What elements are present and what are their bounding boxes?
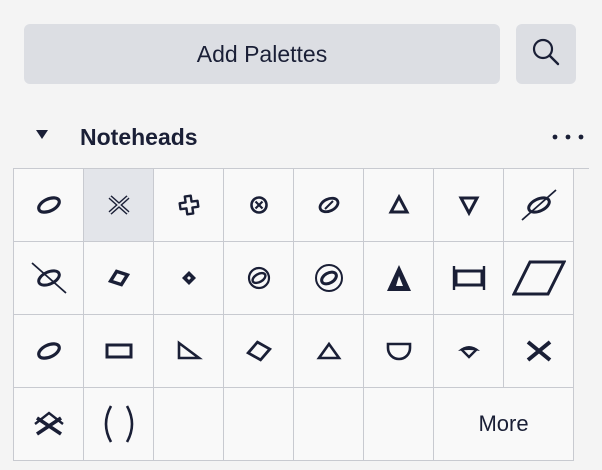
slashed-notehead-icon — [315, 193, 343, 217]
xcircle-notehead-icon — [29, 408, 69, 440]
search-icon — [531, 37, 561, 72]
palette-cell[interactable] — [14, 169, 84, 242]
parentheses-icon — [97, 402, 141, 446]
empty-cell — [364, 388, 434, 461]
right-triangle-notehead-icon — [175, 339, 203, 363]
palette-cell[interactable] — [504, 242, 574, 315]
palette-cell[interactable] — [504, 169, 574, 242]
palette-cell[interactable] — [154, 242, 224, 315]
empty-cell — [294, 388, 364, 461]
palette-menu-button[interactable] — [548, 118, 588, 154]
palette-cell[interactable] — [14, 315, 84, 388]
hollow-diamond-notehead-icon — [245, 339, 273, 363]
palette-cell[interactable] — [434, 242, 504, 315]
bold-x-notehead-icon — [524, 339, 554, 363]
more-button[interactable]: More — [434, 388, 574, 461]
palette-cell[interactable] — [14, 242, 84, 315]
triangle-down-notehead-icon — [457, 193, 481, 217]
more-label: More — [478, 411, 529, 436]
palette-cell[interactable] — [364, 315, 434, 388]
palette-cell[interactable] — [224, 242, 294, 315]
palette-cell[interactable] — [224, 169, 294, 242]
palette-cell[interactable] — [154, 169, 224, 242]
palette-cell[interactable] — [364, 242, 434, 315]
more-options-icon — [552, 127, 584, 145]
palette-cell[interactable] — [504, 315, 574, 388]
small-triangle-notehead-icon — [315, 339, 343, 363]
empty-cell — [224, 388, 294, 461]
alt-brevis-notehead-icon — [34, 339, 64, 363]
rectangle-notehead-icon — [104, 340, 134, 362]
lens-notehead-icon — [455, 339, 483, 363]
triangle-down-icon — [36, 127, 48, 145]
add-palettes-label: Add Palettes — [196, 40, 328, 67]
brevis-notehead-icon — [451, 264, 487, 292]
triangle-up-notehead-icon — [387, 193, 411, 217]
slash-forward-notehead-icon — [519, 188, 559, 222]
small-diamond-notehead-icon — [177, 266, 201, 290]
palette-cell[interactable] — [364, 169, 434, 242]
diamond-notehead-icon — [105, 266, 133, 290]
cross-notehead-icon — [104, 193, 134, 217]
palette-cell[interactable] — [224, 315, 294, 388]
palette-cell[interactable] — [294, 169, 364, 242]
palette-cell[interactable] — [294, 315, 364, 388]
slash-backward-notehead-icon — [29, 261, 69, 295]
slash-notehead-icon — [511, 260, 566, 296]
palette-cell[interactable] — [434, 169, 504, 242]
collapse-toggle[interactable] — [30, 124, 54, 148]
palette-cell[interactable] — [84, 388, 154, 461]
plus-notehead-icon — [177, 193, 201, 217]
circled-x-notehead-icon — [247, 193, 271, 217]
palette-cell[interactable] — [154, 315, 224, 388]
empty-cell — [154, 388, 224, 461]
circled-notehead-icon — [245, 264, 273, 292]
palette-cell[interactable] — [434, 315, 504, 388]
large-triangle-notehead-icon — [384, 262, 414, 294]
palette-cell[interactable] — [84, 315, 154, 388]
half-circle-notehead-icon — [385, 339, 413, 363]
palette-cell[interactable] — [14, 388, 84, 461]
large-circled-notehead-icon — [313, 262, 345, 294]
palette-cell[interactable] — [294, 242, 364, 315]
notehead-palette-grid: More — [13, 168, 589, 461]
palette-cell-selected[interactable] — [84, 169, 154, 242]
palette-cell[interactable] — [84, 242, 154, 315]
add-palettes-button[interactable]: Add Palettes — [24, 24, 500, 84]
palette-header: Noteheads — [0, 114, 602, 160]
palette-title: Noteheads — [80, 124, 198, 150]
search-button[interactable] — [516, 24, 576, 84]
normal-notehead-icon — [34, 193, 64, 217]
